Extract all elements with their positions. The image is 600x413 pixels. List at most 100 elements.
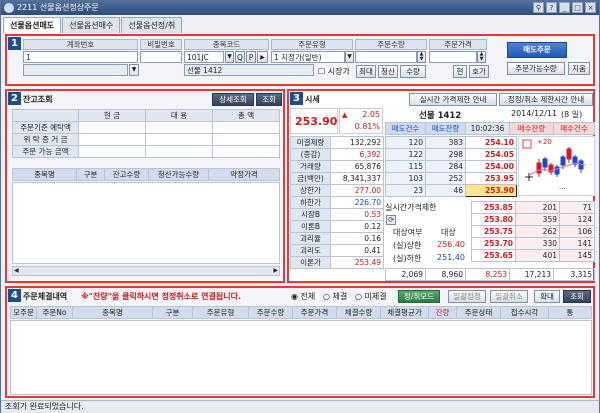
qty-stepper[interactable]: ▲ ▼ bbox=[417, 51, 426, 63]
settings-icon[interactable]: ? bbox=[546, 2, 557, 13]
account-list-button[interactable]: ▼ bbox=[129, 64, 139, 76]
code-p-button[interactable]: P bbox=[246, 51, 256, 63]
bid-count: 71 bbox=[559, 201, 595, 214]
fills-query-button[interactable]: 조회 bbox=[563, 290, 591, 303]
ask-price[interactable]: 253.95 bbox=[465, 172, 517, 185]
code-search-button[interactable]: Q bbox=[235, 51, 245, 63]
ask-price[interactable]: 254.00 bbox=[465, 160, 517, 173]
bid-row[interactable]: 253.65 401 145 bbox=[471, 249, 595, 262]
bid-price[interactable]: 253.80 bbox=[471, 213, 516, 226]
ask-row[interactable]: 122 298 254.05 bbox=[385, 148, 517, 161]
tab-amend-cancel[interactable]: 선물옵션정/취 bbox=[121, 17, 183, 33]
quote-button[interactable]: 호가 bbox=[469, 65, 489, 78]
code-input[interactable]: 101JC bbox=[184, 51, 224, 63]
radio-all[interactable]: ◉ 전체 bbox=[291, 291, 315, 302]
ask-qty[interactable]: 383 bbox=[425, 136, 466, 149]
col-bid-qty: 매수잔량 bbox=[509, 122, 554, 135]
bid-count: 145 bbox=[559, 249, 595, 262]
sell-order-button[interactable]: 매도주문 bbox=[507, 42, 567, 58]
bid-row[interactable]: 253.85 201 71 bbox=[471, 201, 595, 214]
bid-qty[interactable]: 201 bbox=[515, 201, 560, 214]
ask-qty[interactable]: 284 bbox=[425, 160, 466, 173]
realtime-limit-info-button[interactable]: 실시간 가격제한 안내 bbox=[409, 93, 497, 106]
refresh-icon[interactable]: ⟳ bbox=[386, 215, 396, 225]
col-balance-qty: 잔고수량 bbox=[104, 168, 149, 181]
header-order-price: 주문가격 bbox=[429, 39, 487, 50]
stat-label: 거래량 bbox=[290, 160, 331, 173]
ask-row[interactable]: 23 46 253.90 bbox=[385, 184, 517, 197]
bid-qty[interactable]: 330 bbox=[515, 237, 560, 250]
market-price-checkbox[interactable]: ☐ 시장가 bbox=[318, 66, 350, 77]
holdings-scrollbar[interactable]: ◀ ▶ bbox=[12, 266, 280, 276]
ask-price[interactable]: 254.05 bbox=[465, 148, 517, 161]
amend-mode-button[interactable]: 정/취모드 bbox=[398, 290, 440, 303]
tab-sell[interactable]: 선물옵션매도 bbox=[3, 17, 62, 33]
clear-qty-button[interactable]: 청산 bbox=[378, 65, 398, 78]
order-qty-input[interactable] bbox=[355, 51, 417, 63]
up-arrow-icon: ▲ bbox=[342, 111, 348, 119]
order-type-dropdown[interactable]: ▼ bbox=[345, 51, 354, 63]
bid-qty[interactable]: 262 bbox=[515, 225, 560, 238]
holdings-table[interactable]: 종목명 구분 잔고수량 청산가능수량 약정가격 bbox=[12, 168, 280, 181]
stat-row: 괴리율 0.16 bbox=[290, 232, 384, 245]
expand-button[interactable]: 확대 bbox=[534, 290, 560, 303]
bid-price[interactable]: 253.85 bbox=[471, 201, 516, 214]
code-dropdown[interactable]: ▼ bbox=[225, 51, 234, 63]
bid-price[interactable]: 253.75 bbox=[471, 225, 516, 238]
minimize-icon[interactable]: _ bbox=[559, 2, 570, 13]
tab-buy[interactable]: 선물옵션매수 bbox=[62, 17, 121, 33]
quote-totals: 2,069 8,960 8,253 17,213 3,315 bbox=[385, 268, 595, 281]
balance-query-button[interactable]: 조회 bbox=[256, 93, 282, 106]
amend-cancel-time-info-button[interactable]: 정정/취소 제한시간 안내 bbox=[499, 93, 593, 106]
cash-header: 현 금 bbox=[78, 109, 146, 122]
order-possible-qty-button[interactable]: 주문가능수량 bbox=[507, 62, 565, 75]
maximize-icon[interactable]: □ bbox=[572, 2, 583, 13]
stat-value: 0.16 bbox=[330, 232, 384, 245]
password-input[interactable] bbox=[140, 51, 182, 63]
order-price-input[interactable] bbox=[429, 51, 477, 63]
bid-qty[interactable]: 401 bbox=[515, 249, 560, 262]
ask-price[interactable]: 253.90 bbox=[465, 184, 517, 197]
bid-row[interactable]: 253.70 330 141 bbox=[471, 237, 595, 250]
bid-row[interactable]: 253.75 262 106 bbox=[471, 225, 595, 238]
bid-price[interactable]: 253.65 bbox=[471, 249, 516, 262]
price-stepper[interactable]: ▲ ▼ bbox=[477, 51, 486, 63]
max-qty-button[interactable]: 최대 bbox=[356, 65, 376, 78]
ask-qty[interactable]: 252 bbox=[425, 172, 466, 185]
ask-qty[interactable]: 46 bbox=[425, 184, 466, 197]
batch-cancel-button[interactable]: 일괄취소 bbox=[490, 290, 528, 303]
current-price-button[interactable]: 현 bbox=[453, 65, 467, 78]
market-stats-table: 미결제량 132,292 (증감) 6,392 거래량 65,876 금(백만) 8,341,… bbox=[290, 136, 384, 269]
real-lower-value: 251.40 bbox=[437, 253, 465, 262]
fills-col: 구분 bbox=[152, 306, 193, 319]
bid-price[interactable]: 253.70 bbox=[471, 237, 516, 250]
radio-filled[interactable]: ○ 체결 bbox=[323, 291, 347, 302]
ask-row[interactable]: 103 252 253.95 bbox=[385, 172, 517, 185]
batch-amend-button[interactable]: 일괄정정 bbox=[448, 290, 486, 303]
stat-value: 277.00 bbox=[330, 184, 384, 197]
ask-qty[interactable]: 298 bbox=[425, 148, 466, 161]
bid-qty[interactable]: 359 bbox=[515, 213, 560, 226]
pin-icon[interactable]: ⚲ bbox=[533, 2, 544, 13]
stat-row: 미결제량 132,292 bbox=[290, 136, 384, 149]
radio-unfilled[interactable]: ○ 미체결 bbox=[355, 291, 387, 302]
qty-button[interactable]: 수량 bbox=[400, 65, 426, 78]
close-icon[interactable]: × bbox=[585, 2, 596, 13]
stat-label: 괴리율 bbox=[290, 232, 331, 245]
deposit-blank-header bbox=[12, 109, 79, 122]
ask-count: 120 bbox=[385, 136, 426, 149]
quote-title: 시세 bbox=[305, 95, 320, 104]
ask-count: 115 bbox=[385, 160, 426, 173]
fills-table[interactable]: 모주문 주문No 종목명 구분 주문유형 주문수량 주문가격 체결수량 체결평균가 잔량 주문상태 접… bbox=[10, 306, 592, 319]
detail-query-button[interactable]: 상세조회 bbox=[212, 93, 254, 106]
account-number-input[interactable]: 1 bbox=[23, 51, 138, 63]
order-type-select[interactable]: 1 지정가(일반) bbox=[271, 51, 345, 63]
ask-row[interactable]: 120 383 254.10 bbox=[385, 136, 517, 149]
bid-row[interactable]: 253.80 359 124 bbox=[471, 213, 595, 226]
ask-price[interactable]: 254.10 bbox=[465, 136, 517, 149]
fills-title: 주문체결내역 bbox=[23, 292, 68, 301]
fills-col: 종목명 bbox=[72, 306, 153, 319]
clear-form-button[interactable]: 지움 bbox=[568, 62, 590, 75]
ask-row[interactable]: 115 284 254.00 bbox=[385, 160, 517, 173]
code-next-button[interactable]: ▶ bbox=[257, 51, 268, 63]
